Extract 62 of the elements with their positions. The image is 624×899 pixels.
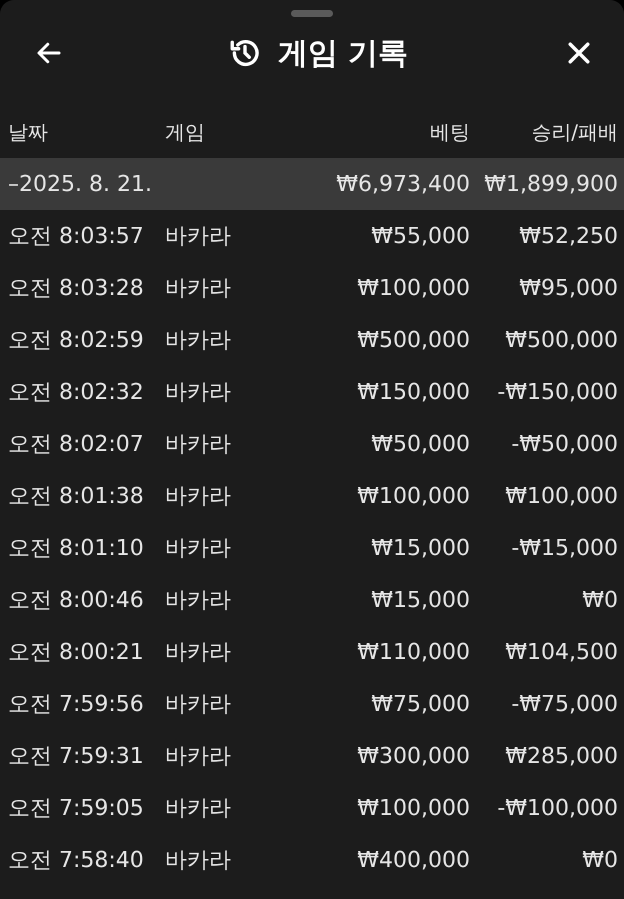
date-group-row[interactable]: –2025. 8. 21. ₩6,973,400 ₩1,899,900: [0, 158, 624, 210]
table-cell-text: -₩150,000: [496, 380, 618, 404]
table-cell-text: 오전 7:59:31: [8, 743, 145, 771]
table-cell-text: 바카라: [165, 535, 232, 563]
table-cell-text: ₩104,500: [504, 640, 618, 664]
table-cell-text: ₩100,000: [356, 484, 470, 508]
table-cell-text: 오전 7:58:40: [8, 847, 145, 875]
table-cell-text: -₩100,000: [496, 796, 618, 820]
table-cell-text: 바카라: [165, 639, 232, 667]
table-cell-text: 오전 8:01:38: [8, 483, 145, 511]
table-cell-text: 바카라: [165, 483, 232, 511]
table-cell-text: 바카라: [165, 691, 232, 719]
column-header: 승리/패배: [530, 118, 618, 146]
table-cell-text: ₩100,000: [356, 796, 470, 820]
table-cell-text: 오전 8:02:59: [8, 327, 145, 355]
column-header: 날짜: [8, 118, 49, 146]
table-cell-text: 바카라: [165, 327, 232, 355]
table-cell-text: 바카라: [165, 743, 232, 771]
table-cell-text: ₩75,000: [370, 692, 470, 716]
table-cell-text: 오전 8:03:57: [8, 223, 145, 251]
table-cell-text: -₩50,000: [510, 432, 618, 456]
group-bet-total: ₩6,973,400: [335, 172, 470, 196]
table-cell-text: 바카라: [165, 587, 232, 615]
table-cell-text: 오전 8:03:28: [8, 275, 145, 303]
table-cell-text: 오전 8:02:07: [8, 431, 145, 459]
table-cell-text: ₩100,000: [356, 276, 470, 300]
table-cell-text: 바카라: [165, 223, 232, 251]
table-cell-text: -₩75,000: [510, 692, 618, 716]
table-cell-text: 오전 8:01:10: [8, 535, 145, 563]
table-cell-text: ₩55,000: [370, 224, 470, 248]
group-date: –2025. 8. 21.: [8, 172, 153, 196]
column-header: 게임: [165, 118, 206, 146]
group-result-total: ₩1,899,900: [483, 172, 618, 196]
column-header: 베팅: [429, 118, 470, 146]
table-cell-text: ₩110,000: [356, 640, 470, 664]
table-cell-text: ₩285,000: [504, 744, 618, 768]
table-cell-text: ₩500,000: [504, 328, 618, 352]
table-cell-text: ₩0: [581, 848, 618, 872]
table-cell-text: ₩52,250: [518, 224, 618, 248]
table-cell-text: 바카라: [165, 847, 232, 875]
table-cell-text: ₩500,000: [356, 328, 470, 352]
table-cell-text: ₩100,000: [504, 484, 618, 508]
table-cell-text: 바카라: [165, 431, 232, 459]
table-cell-text: 바카라: [165, 379, 232, 407]
table-cell-text: 오전 8:02:32: [8, 379, 145, 407]
table-cell-text: ₩15,000: [370, 588, 470, 612]
table-cell-text: ₩50,000: [370, 432, 470, 456]
table-cell-text: ₩150,000: [356, 380, 470, 404]
table-cell-text: 오전 8:00:21: [8, 639, 145, 667]
table-cell-text: 바카라: [165, 795, 232, 823]
table-cell-text: ₩300,000: [356, 744, 470, 768]
table-cell-text: 오전 7:59:56: [8, 691, 145, 719]
window-title: 게임 기록: [278, 34, 408, 72]
table-cell-text: 오전 7:59:05: [8, 795, 145, 823]
table-cell-text: -₩15,000: [510, 536, 618, 560]
table-cell-text: 바카라: [165, 275, 232, 303]
table-cell-text: ₩0: [581, 588, 618, 612]
drag-handle[interactable]: [291, 10, 333, 17]
table-cell-text: 오전 8:00:46: [8, 587, 145, 615]
table-cell-text: ₩400,000: [356, 848, 470, 872]
table-cell-text: ₩15,000: [370, 536, 470, 560]
table-cell-text: ₩95,000: [518, 276, 618, 300]
